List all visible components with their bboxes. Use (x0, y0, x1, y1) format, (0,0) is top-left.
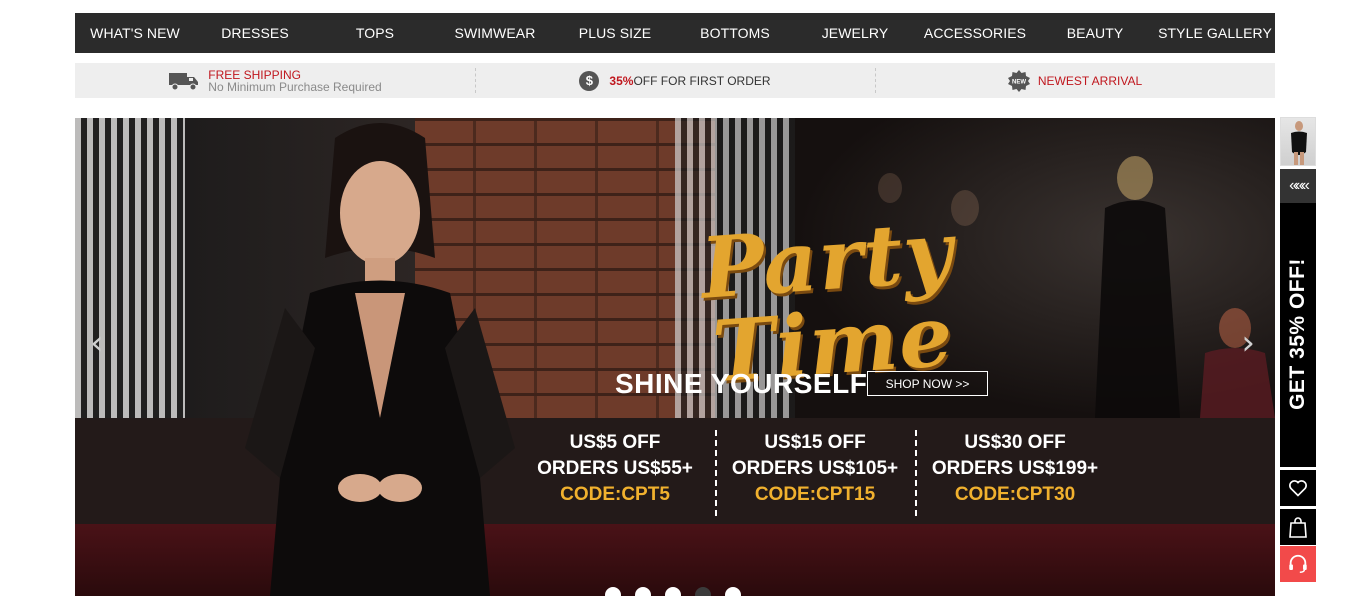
first-order-discount-banner[interactable]: $ 35%OFF FOR FIRST ORDER (475, 63, 875, 98)
carousel-dot-1[interactable] (605, 587, 621, 596)
free-shipping-banner[interactable]: FREE SHIPPING No Minimum Purchase Requir… (75, 63, 475, 98)
shipping-subtitle: No Minimum Purchase Required (208, 79, 382, 94)
headset-icon (1289, 554, 1307, 573)
chevrons-left-icon: ««« (1280, 169, 1316, 203)
truck-icon (169, 72, 199, 90)
dollar-icon: $ (579, 70, 600, 91)
heart-icon (1289, 480, 1307, 497)
shipping-title: FREE SHIPPING (208, 67, 301, 82)
nav-swimwear[interactable]: SWIMWEAR (435, 25, 555, 41)
carousel-dot-2[interactable] (635, 587, 651, 596)
shop-now-button[interactable]: SHOP NOW >> (867, 371, 988, 396)
nav-bottoms[interactable]: BOTTOMS (675, 25, 795, 41)
nav-accessories[interactable]: ACCESSORIES (915, 25, 1035, 41)
coupon-amount: US$5 OFF (569, 432, 661, 453)
info-bar: FREE SHIPPING No Minimum Purchase Requir… (75, 63, 1275, 98)
carousel-dot-5[interactable] (725, 587, 741, 596)
carousel-dot-3[interactable] (665, 587, 681, 596)
hero-banner[interactable]: Party Time SHINE YOURSELF SHOP NOW >> US… (75, 118, 1275, 596)
coupon-offer[interactable]: US$30 OFF ORDERS US$199+ CODE:CPT30 (915, 430, 1115, 516)
carousel-pagination (605, 587, 741, 596)
shopping-bag-icon (1289, 517, 1307, 538)
nav-jewelry[interactable]: JEWELRY (795, 25, 915, 41)
nav-dresses[interactable]: DRESSES (195, 25, 315, 41)
coupon-offer[interactable]: US$15 OFF ORDERS US$105+ CODE:CPT15 (715, 430, 915, 516)
promo-vertical-text: GET 35% OFF! (1286, 258, 1309, 410)
swimsuit-thumbnail-image (1291, 121, 1307, 165)
coupon-threshold: ORDERS US$55+ (537, 458, 693, 479)
discount-percent: 35% (609, 73, 634, 88)
discount-label: OFF FOR FIRST ORDER (633, 73, 771, 88)
coupon-code: CODE:CPT30 (954, 484, 1076, 505)
shipping-text: FREE SHIPPING No Minimum Purchase Requir… (208, 69, 381, 93)
wishlist-button[interactable] (1280, 470, 1316, 506)
get-discount-tab[interactable]: ««« GET 35% OFF! (1280, 169, 1316, 467)
carousel-next-arrow-icon[interactable]: › (1241, 323, 1255, 363)
customer-support-button[interactable] (1280, 546, 1316, 582)
nav-beauty[interactable]: BEAUTY (1035, 25, 1155, 41)
main-navigation: WHAT'S NEW DRESSES TOPS SWIMWEAR PLUS SI… (75, 13, 1275, 53)
coupon-threshold: ORDERS US$199+ (931, 458, 1099, 479)
carousel-dot-4[interactable] (695, 587, 711, 596)
shopping-bag-button[interactable] (1280, 509, 1316, 545)
coupon-threshold: ORDERS US$105+ (731, 458, 899, 479)
nav-style-gallery[interactable]: STYLE GALLERY (1155, 25, 1275, 41)
nav-tops[interactable]: TOPS (315, 25, 435, 41)
carousel-prev-arrow-icon[interactable]: ‹ (90, 323, 104, 363)
coupon-amount: US$30 OFF (964, 432, 1066, 453)
coupon-offers: US$5 OFF ORDERS US$55+ CODE:CPT5 US$15 O… (515, 430, 1115, 516)
new-badge-icon: NEW (1007, 69, 1030, 92)
new-badge-text: NEW (1012, 79, 1026, 85)
nav-whats-new[interactable]: WHAT'S NEW (75, 25, 195, 41)
discount-text: 35%OFF FOR FIRST ORDER (609, 74, 770, 88)
model-photo (245, 123, 515, 596)
hero-tagline: SHINE YOURSELF (615, 368, 868, 399)
coupon-amount: US$15 OFF (764, 432, 866, 453)
newest-arrival-banner[interactable]: NEW NEWEST ARRIVAL (875, 63, 1275, 98)
coupon-code: CODE:CPT15 (754, 484, 876, 505)
curtain-left-decor (75, 118, 185, 418)
coupon-code: CODE:CPT5 (560, 484, 670, 505)
nav-plus-size[interactable]: PLUS SIZE (555, 25, 675, 41)
recent-product-thumbnail[interactable] (1280, 117, 1316, 166)
newest-arrival-text: NEWEST ARRIVAL (1037, 73, 1143, 88)
coupon-offer[interactable]: US$5 OFF ORDERS US$55+ CODE:CPT5 (515, 430, 715, 516)
